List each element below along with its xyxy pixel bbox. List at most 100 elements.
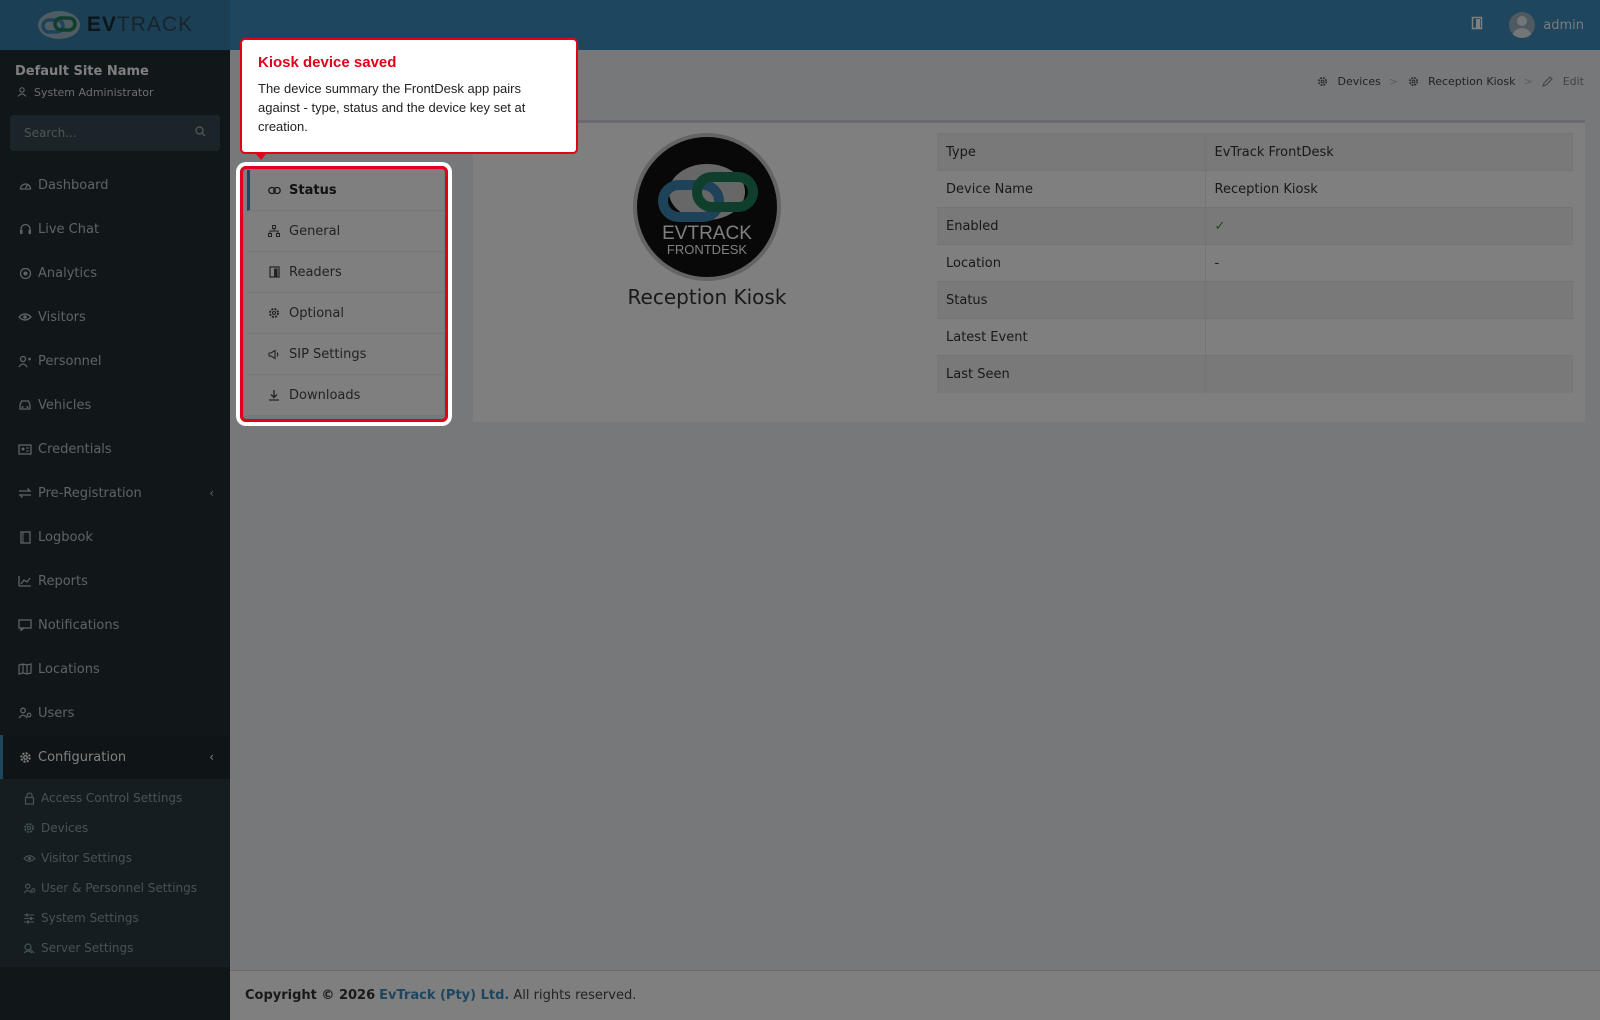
sidebar-item-analytics[interactable]: Analytics bbox=[0, 251, 230, 295]
sidebar-item-label: Live Chat bbox=[38, 221, 100, 237]
submenu-label: System Settings bbox=[41, 911, 139, 925]
headset-icon bbox=[18, 222, 32, 236]
avatar bbox=[1509, 12, 1536, 38]
row-label: Enabled bbox=[937, 207, 1206, 245]
row-value: Reception Kiosk bbox=[1205, 170, 1573, 208]
sidebar-search bbox=[10, 115, 220, 151]
chevron-left-icon[interactable]: ‹ bbox=[209, 750, 214, 764]
chain-logo-icon bbox=[37, 11, 80, 39]
row-label: Latest Event bbox=[937, 318, 1206, 356]
row-value bbox=[1205, 318, 1573, 356]
table-row: Last Seen bbox=[937, 355, 1573, 393]
sidebar-item-locations[interactable]: Locations bbox=[0, 647, 230, 691]
table-row: Enabled ✓ bbox=[937, 207, 1573, 245]
gear-icon bbox=[1406, 74, 1420, 88]
sidebar-item-visitors[interactable]: Visitors bbox=[0, 295, 230, 339]
chart-icon bbox=[18, 574, 32, 588]
device-info-table: Type EvTrack FrontDesk Device Name Recep… bbox=[937, 133, 1573, 393]
table-row: Location - bbox=[937, 244, 1573, 282]
sidebar-item-notifications[interactable]: Notifications bbox=[0, 603, 230, 647]
row-value bbox=[1205, 355, 1573, 393]
configuration-submenu: Access Control Settings Devices Visitor … bbox=[0, 779, 230, 967]
device-avatar: EVTRACK FRONTDESK bbox=[633, 133, 781, 281]
sidebar-item-live-chat[interactable]: Live Chat bbox=[0, 207, 230, 251]
submenu-label: Server Settings bbox=[41, 941, 134, 955]
sidebar-item-label: Dashboard bbox=[38, 177, 109, 193]
rights-text: All rights reserved. bbox=[513, 988, 637, 1003]
sidebar: Default Site Name System Administrator D… bbox=[0, 50, 230, 1020]
tour-popup: Kiosk device saved The device summary th… bbox=[240, 38, 578, 154]
submenu-user-personnel-settings[interactable]: User & Personnel Settings bbox=[0, 873, 230, 903]
submenu-label: User & Personnel Settings bbox=[41, 881, 198, 895]
gear-icon bbox=[1316, 74, 1330, 88]
analytics-icon bbox=[18, 266, 32, 280]
sidebar-item-label: Users bbox=[38, 705, 75, 721]
sidebar-item-users[interactable]: Users bbox=[0, 691, 230, 735]
sidebar-item-label: Analytics bbox=[38, 265, 98, 281]
tour-highlight bbox=[240, 166, 448, 422]
breadcrumb-device[interactable]: Reception Kiosk bbox=[1428, 75, 1515, 88]
row-value: ✓ bbox=[1205, 207, 1573, 245]
row-value: - bbox=[1205, 244, 1573, 282]
table-row: Type EvTrack FrontDesk bbox=[937, 133, 1573, 171]
sidebar-item-pre-registration[interactable]: Pre-Registration ‹ bbox=[0, 471, 230, 515]
submenu-label: Devices bbox=[41, 821, 89, 835]
sidebar-item-configuration[interactable]: Configuration ‹ bbox=[0, 735, 230, 779]
row-label: Status bbox=[937, 281, 1206, 319]
submenu-visitor-settings[interactable]: Visitor Settings bbox=[0, 843, 230, 873]
sidebar-item-label: Pre-Registration bbox=[38, 485, 142, 501]
sidebar-item-label: Visitors bbox=[38, 309, 86, 325]
sliders-icon bbox=[22, 911, 36, 925]
submenu-label: Access Control Settings bbox=[41, 791, 183, 805]
door-icon[interactable] bbox=[1471, 16, 1483, 34]
username: admin bbox=[1543, 17, 1584, 33]
site-name: Default Site Name bbox=[15, 64, 149, 79]
submenu-label: Visitor Settings bbox=[41, 851, 132, 865]
users-icon bbox=[18, 706, 32, 720]
row-value bbox=[1205, 281, 1573, 319]
breadcrumb-separator: > bbox=[1523, 74, 1533, 88]
breadcrumb-separator: > bbox=[1388, 74, 1399, 88]
sidebar-item-personnel[interactable]: Personnel bbox=[0, 339, 230, 383]
user-role: System Administrator bbox=[34, 85, 154, 99]
sidebar-item-label: Configuration bbox=[38, 749, 127, 765]
search-input[interactable] bbox=[24, 126, 174, 140]
eye-icon bbox=[22, 851, 36, 865]
tour-body: The device summary the FrontDesk app pai… bbox=[258, 81, 526, 134]
evtrack-frontdesk-logo-icon: EVTRACK FRONTDESK bbox=[658, 164, 758, 257]
gear-icon bbox=[22, 821, 36, 835]
sidebar-item-label: Locations bbox=[38, 661, 100, 677]
company-link[interactable]: EvTrack (Pty) Ltd. bbox=[379, 988, 509, 1003]
copyright-text: Copyright © 2026 bbox=[245, 988, 376, 1003]
table-row: Status bbox=[937, 281, 1573, 319]
sidebar-item-credentials[interactable]: Credentials bbox=[0, 427, 230, 471]
submenu-server-settings[interactable]: Server Settings bbox=[0, 933, 230, 963]
sidebar-nav: Dashboard Live Chat Analytics Visitors P… bbox=[0, 163, 230, 779]
sidebar-item-label: Personnel bbox=[38, 353, 102, 369]
sidebar-item-vehicles[interactable]: Vehicles bbox=[0, 383, 230, 427]
row-label: Device Name bbox=[937, 170, 1206, 208]
submenu-system-settings[interactable]: System Settings bbox=[0, 903, 230, 933]
row-label: Last Seen bbox=[937, 355, 1206, 393]
tour-pointer bbox=[256, 154, 266, 160]
row-label: Type bbox=[937, 133, 1206, 171]
user-icon bbox=[15, 85, 29, 99]
logo-text: EVTRACK bbox=[86, 13, 194, 36]
avatar-text-line-1: EVTRACK bbox=[662, 223, 752, 244]
search-icon[interactable] bbox=[195, 125, 206, 141]
sidebar-item-label: Vehicles bbox=[38, 397, 92, 413]
submenu-devices[interactable]: Devices bbox=[0, 813, 230, 843]
sidebar-item-label: Logbook bbox=[38, 529, 93, 545]
chevron-left-icon[interactable]: ‹ bbox=[209, 486, 214, 500]
check-icon: ✓ bbox=[1214, 218, 1226, 234]
sidebar-item-dashboard[interactable]: Dashboard bbox=[0, 163, 230, 207]
breadcrumb-devices[interactable]: Devices bbox=[1338, 75, 1381, 88]
row-label: Location bbox=[937, 244, 1206, 282]
device-summary-box: EVTRACK FRONTDESK Reception Kiosk Type E… bbox=[473, 120, 1585, 422]
sidebar-item-logbook[interactable]: Logbook bbox=[0, 515, 230, 559]
submenu-access-control-settings[interactable]: Access Control Settings bbox=[0, 783, 230, 813]
pencil-icon bbox=[1541, 74, 1555, 88]
user-menu[interactable]: admin bbox=[1509, 12, 1584, 38]
app-logo[interactable]: EVTRACK bbox=[0, 0, 230, 50]
sidebar-item-reports[interactable]: Reports bbox=[0, 559, 230, 603]
